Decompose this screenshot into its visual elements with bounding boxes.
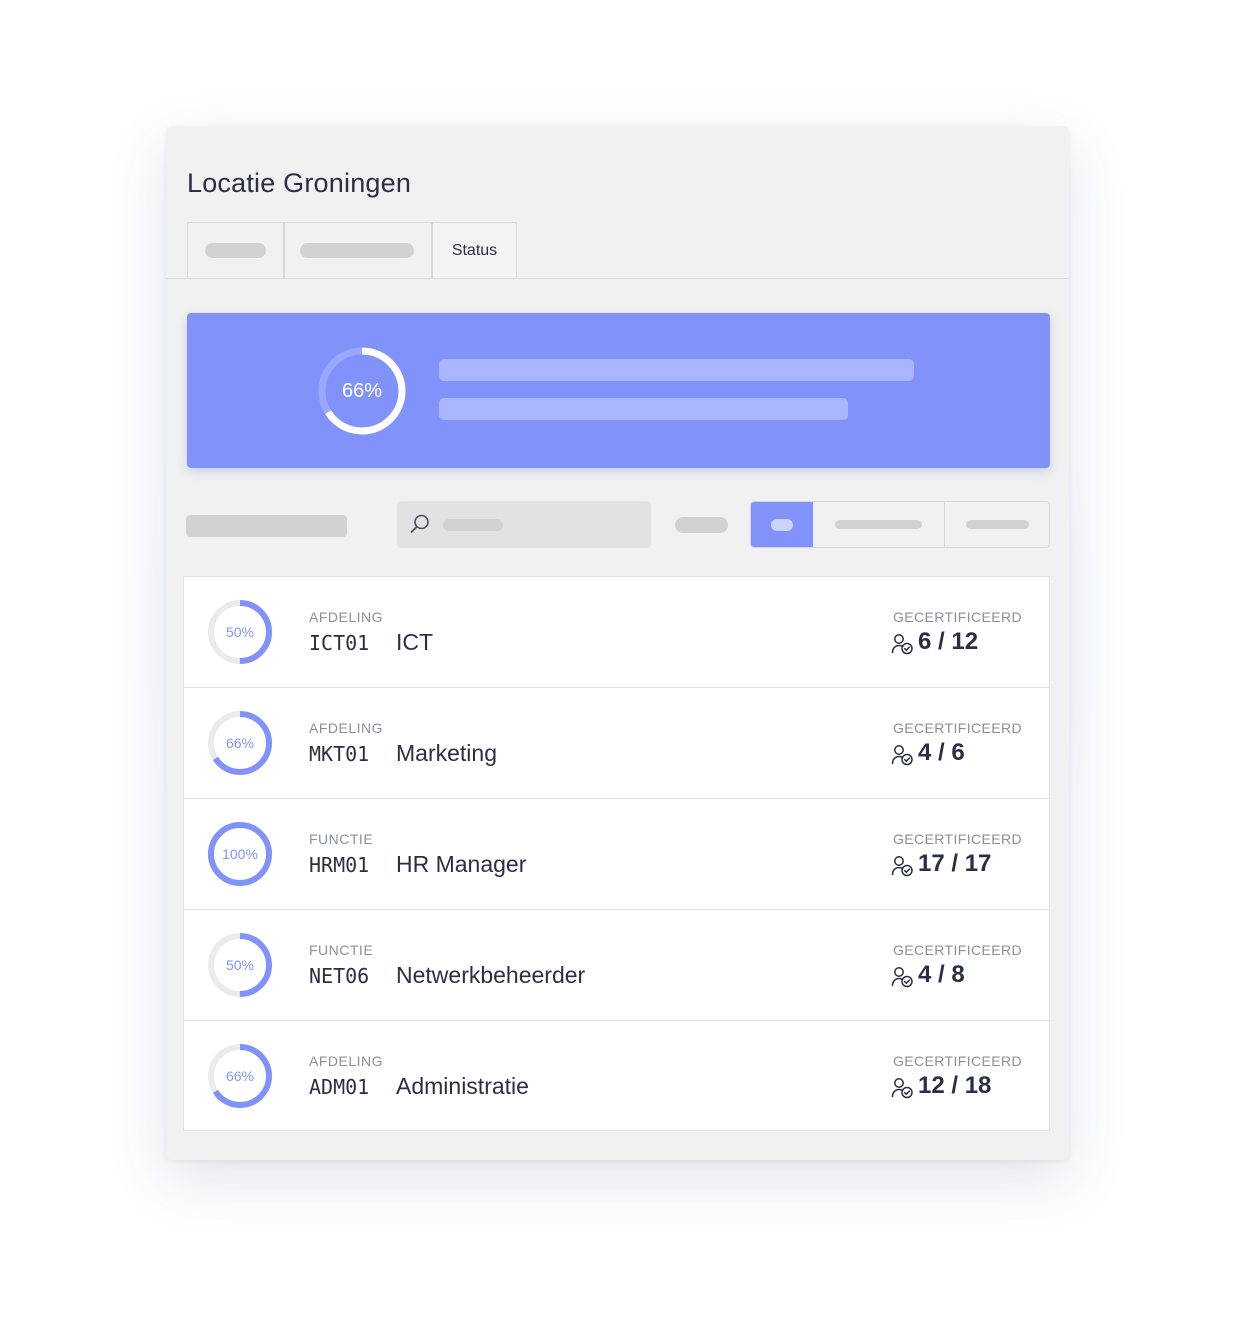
item-code: NET06 (309, 964, 370, 988)
location-panel: Locatie Groningen Status 66% 50% AFDELING… (166, 126, 1069, 1160)
item-code: HRM01 (309, 853, 370, 877)
certification-list: 50% AFDELING ICT01 ICT GECERTIFICEERD 6 / 12 6… (183, 576, 1050, 1131)
item-code: MKT01 (309, 742, 370, 766)
filter-option-placeholder[interactable] (675, 517, 728, 533)
search-input[interactable] (397, 501, 651, 548)
progress-percent: 66% (225, 1068, 255, 1084)
item-name: Netwerkbeheerder (396, 962, 586, 988)
item-code: ICT01 (309, 631, 370, 655)
certified-count: 4 / 8 (918, 961, 965, 988)
tab-label-placeholder (205, 243, 266, 258)
toggle-divider (944, 502, 945, 547)
tab-label-placeholder (300, 243, 414, 258)
item-type: FUNCTIE (309, 831, 374, 847)
item-type: AFDELING (309, 720, 384, 736)
tab-2[interactable] (284, 222, 432, 278)
list-item[interactable]: 66% AFDELING MKT01 Marketing GECERTIFICEERD 4… (184, 688, 1049, 799)
tab-1[interactable] (187, 222, 284, 278)
item-name: Marketing (396, 740, 497, 766)
summary-banner: 66% (187, 313, 1050, 468)
summary-percent: 66% (341, 379, 383, 402)
user-check-icon (891, 743, 915, 772)
progress-percent: 50% (225, 624, 255, 640)
user-check-icon (891, 965, 915, 994)
item-name: Administratie (396, 1073, 529, 1099)
search-placeholder (443, 519, 503, 531)
view-toggle-option-3[interactable] (966, 520, 1029, 529)
certified-count: 12 / 18 (918, 1072, 992, 1099)
list-item[interactable]: 50% FUNCTIE NET06 Netwerkbeheerder GECERTIFI… (184, 910, 1049, 1021)
user-check-icon (891, 854, 915, 883)
certified-label: GECERTIFICEERD (893, 1053, 1023, 1069)
list-item[interactable]: 66% AFDELING ADM01 Administratie GECERTIFICE… (184, 1021, 1049, 1132)
filter-label-placeholder (186, 515, 347, 537)
view-toggle-option-active[interactable] (751, 502, 813, 547)
summary-text-placeholder (439, 398, 848, 420)
progress-percent: 100% (222, 846, 258, 862)
tab-status[interactable]: Status (432, 222, 517, 279)
certified-label: GECERTIFICEERD (893, 720, 1023, 736)
item-name: HR Manager (396, 851, 527, 877)
item-type: FUNCTIE (309, 942, 374, 958)
user-check-icon (891, 1076, 915, 1105)
certified-label: GECERTIFICEERD (893, 831, 1023, 847)
view-toggle (750, 501, 1050, 548)
item-type: AFDELING (309, 609, 384, 625)
certified-label: GECERTIFICEERD (893, 942, 1023, 958)
toggle-label-placeholder (771, 519, 793, 531)
certified-count: 6 / 12 (918, 628, 979, 655)
search-icon (410, 514, 429, 533)
certified-count: 4 / 6 (918, 739, 965, 766)
view-toggle-option-2[interactable] (835, 520, 922, 529)
user-check-icon (891, 632, 915, 661)
item-type: AFDELING (309, 1053, 384, 1069)
summary-text-placeholder (439, 359, 914, 381)
certified-count: 17 / 17 (918, 850, 992, 877)
list-item[interactable]: 50% AFDELING ICT01 ICT GECERTIFICEERD 6 / 12 (184, 577, 1049, 688)
list-item[interactable]: 100% FUNCTIE HRM01 HR Manager GECERTIFICEERD… (184, 799, 1049, 910)
page-title: Locatie Groningen (187, 168, 412, 198)
tabs-divider (166, 278, 1069, 279)
item-name: ICT (396, 629, 434, 655)
item-code: ADM01 (309, 1075, 370, 1099)
certified-label: GECERTIFICEERD (893, 609, 1023, 625)
progress-percent: 50% (225, 957, 255, 973)
progress-percent: 66% (225, 735, 255, 751)
